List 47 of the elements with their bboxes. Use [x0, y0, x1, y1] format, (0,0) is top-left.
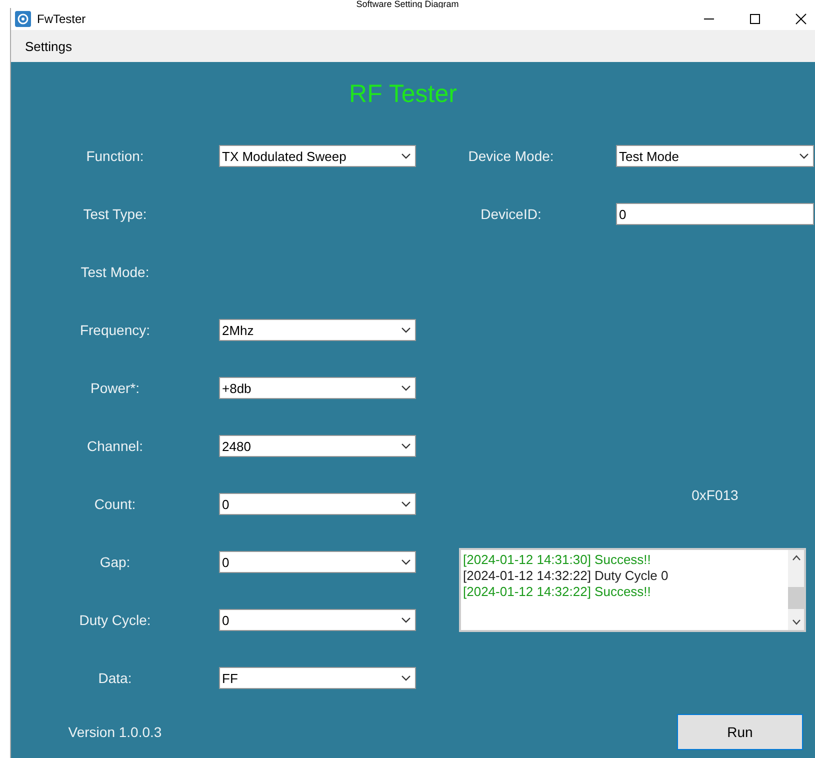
field-label: Device Mode: — [467, 148, 555, 164]
chevron-down-icon — [401, 327, 411, 333]
app-icon — [15, 11, 31, 27]
field-label: Channel: — [86, 438, 144, 454]
input-field[interactable]: 0 — [616, 203, 814, 225]
close-icon[interactable] — [795, 13, 807, 25]
chevron-down-icon — [401, 559, 411, 565]
dropdown[interactable]: FF — [219, 667, 416, 689]
chevron-down-icon — [401, 675, 411, 681]
run-button[interactable]: Run — [677, 714, 803, 750]
app-heading: RF Tester — [348, 79, 458, 110]
chevron-down-icon — [401, 385, 411, 391]
dropdown[interactable]: TX Modulated Sweep — [219, 145, 416, 167]
caption: Software Setting Diagram — [355, 0, 460, 8]
field-label: Test Mode: — [80, 264, 150, 280]
chevron-down-icon — [401, 153, 411, 159]
field-label: Data: — [97, 670, 133, 686]
field-label: Frequency: — [78, 322, 152, 338]
dropdown[interactable]: 0 — [219, 493, 416, 515]
chevron-down-icon — [401, 617, 411, 623]
dropdown[interactable]: 2480 — [219, 435, 416, 457]
log-line: [2024-01-12 14:32:22] Duty Cycle 0 — [463, 568, 670, 584]
field-label: Gap: — [98, 554, 132, 570]
maximize-icon[interactable] — [749, 13, 761, 25]
dropdown[interactable]: 0 — [219, 609, 416, 631]
version-label: Version 1.0.0.3 — [67, 724, 163, 740]
field-label: Test Type: — [82, 206, 148, 222]
window-title: FwTester — [37, 12, 87, 26]
field-label: Function: — [85, 148, 145, 164]
dropdown[interactable]: +8db — [219, 377, 416, 399]
scroll-down-icon[interactable] — [792, 619, 800, 625]
chevron-down-icon — [401, 443, 411, 449]
scroll-up-icon[interactable] — [792, 555, 800, 561]
field-label: DeviceID: — [480, 206, 542, 222]
field-label: Duty Cycle: — [78, 612, 152, 628]
chevron-down-icon — [799, 153, 809, 159]
dropdown[interactable]: Test Mode — [616, 145, 814, 167]
device-code: 0xF013 — [690, 486, 740, 503]
menu-item[interactable]: Settings — [25, 38, 72, 54]
field-label: Count: — [93, 496, 137, 512]
dropdown[interactable]: 0 — [219, 551, 416, 573]
dropdown[interactable]: 2Mhz — [219, 319, 416, 341]
scrollbar[interactable] — [788, 550, 804, 630]
field-label: Power*: — [89, 380, 141, 396]
log-line: [2024-01-12 14:32:22] Success!! — [463, 584, 652, 600]
chevron-down-icon — [401, 501, 411, 507]
log-line: [2024-01-12 14:31:30] Success!! — [463, 552, 652, 568]
